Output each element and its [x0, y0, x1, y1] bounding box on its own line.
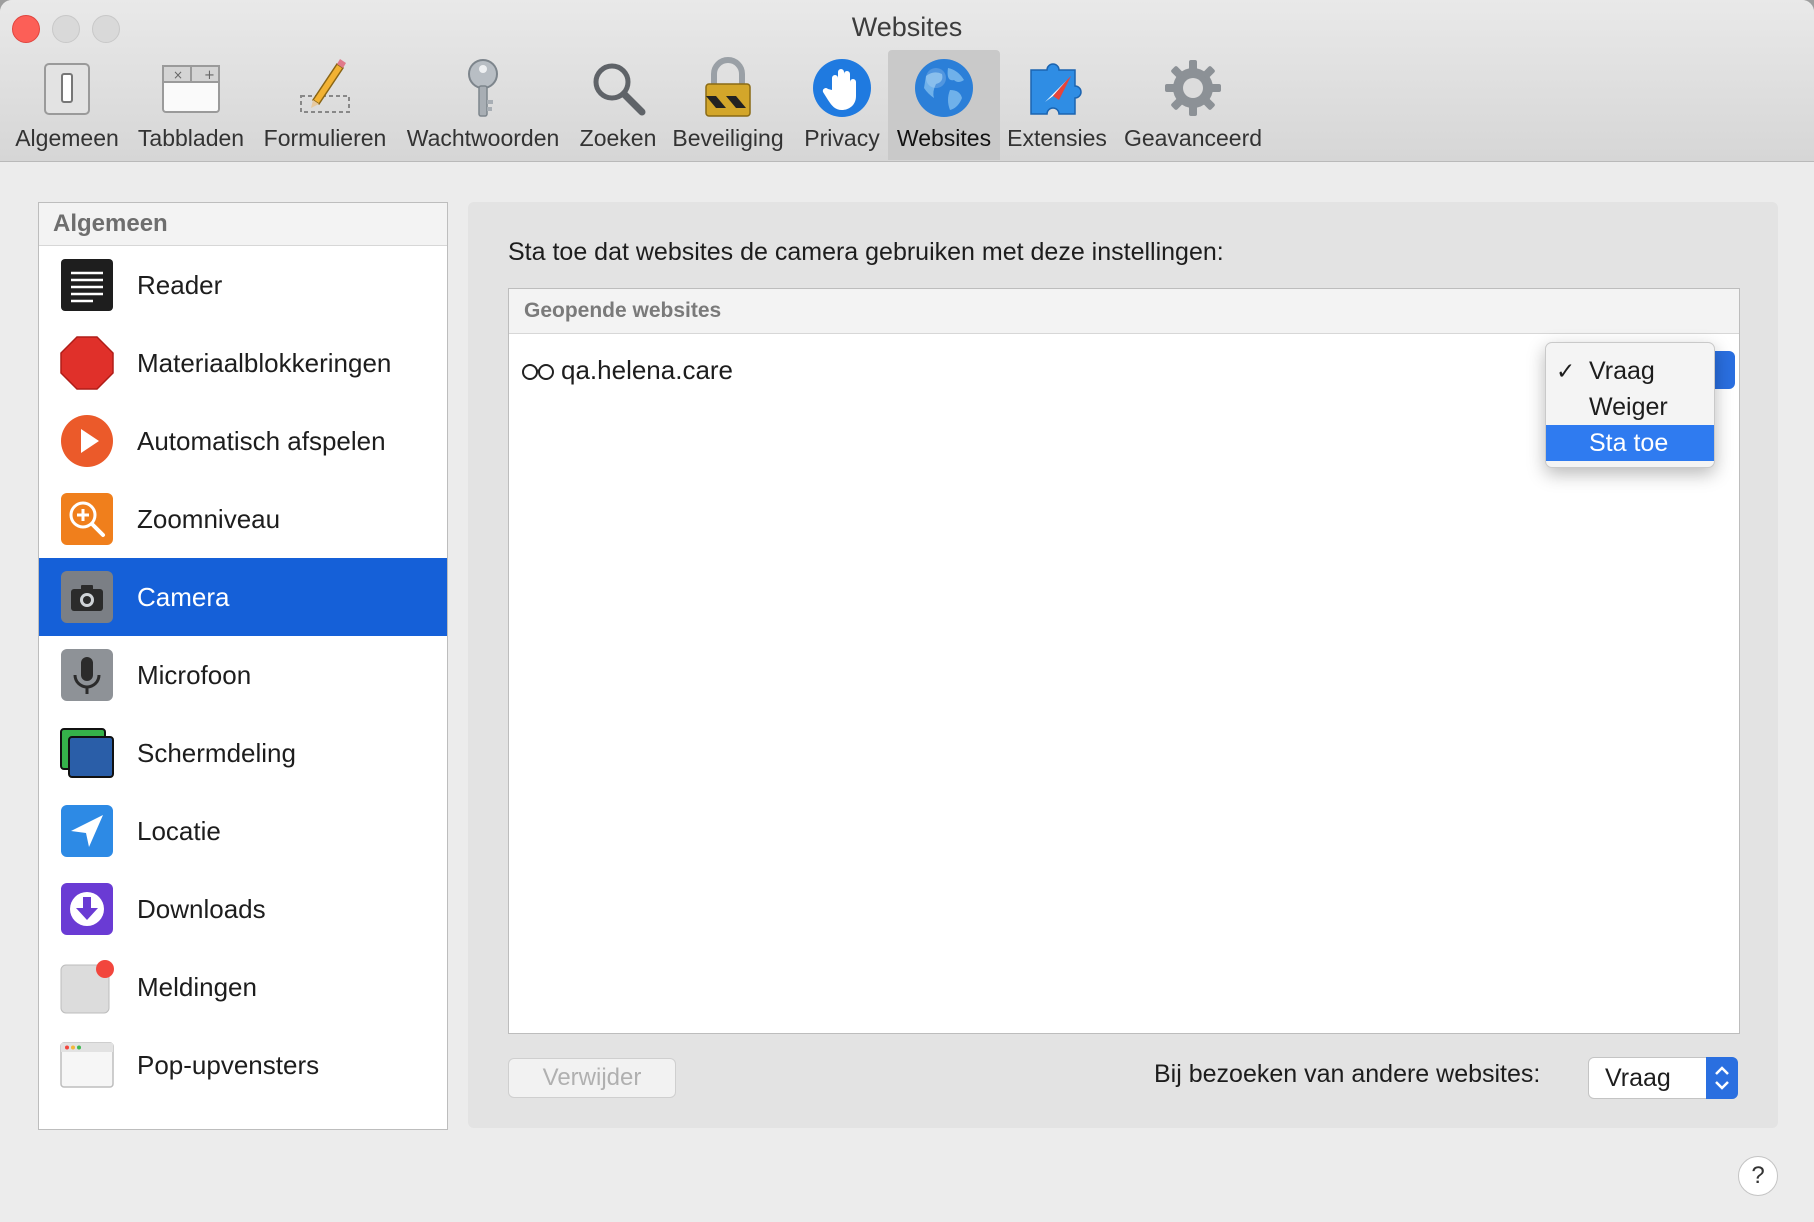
sidebar-item-pop-upvensters[interactable]: Pop-upvensters — [39, 1026, 447, 1104]
toolbar-item-zoeken[interactable]: Zoeken — [574, 50, 662, 160]
checkmark-icon: ✓ — [1556, 358, 1576, 384]
menu-item-vraag[interactable]: ✓ Vraag — [1546, 353, 1714, 389]
menu-item-weiger[interactable]: Weiger — [1546, 389, 1714, 425]
sidebar-item-microfoon[interactable]: Microfoon — [39, 636, 447, 714]
toolbar-label: Wachtwoorden — [406, 125, 560, 151]
menu-item-label: Weiger — [1589, 393, 1668, 421]
globe-icon — [915, 59, 973, 117]
preferences-window: Websites Algemeen × + Tabbladen Formulie… — [0, 0, 1814, 1222]
toolbar-item-websites[interactable]: Websites — [888, 50, 1000, 160]
reader-glasses-icon — [522, 364, 554, 380]
window-title: Websites — [851, 12, 963, 42]
gear-icon — [1165, 60, 1221, 116]
toolbar-label: Zoeken — [579, 125, 657, 151]
help-button[interactable]: ? — [1738, 1156, 1778, 1196]
magnifier-icon — [593, 63, 646, 116]
lock-icon — [705, 57, 751, 117]
other-websites-select[interactable]: Vraag — [1588, 1057, 1738, 1099]
sidebar-item-label: Downloads — [137, 894, 266, 924]
tabs-icon: × + — [162, 65, 220, 113]
sidebar-item-materiaalblokkeringen[interactable]: Materiaalblokkeringen — [39, 324, 447, 402]
toolbar-label: Websites — [896, 125, 992, 151]
sidebar-item-label: Camera — [137, 582, 230, 612]
permission-menu: ✓ Vraag Weiger Sta toe — [1545, 342, 1715, 468]
menu-item-label: Sta toe — [1589, 429, 1669, 457]
zoom-icon — [61, 493, 113, 545]
toolbar-label: Geavanceerd — [1123, 125, 1263, 151]
toolbar-label: Formulieren — [263, 125, 387, 151]
website-settings-sidebar: Algemeen Reader Materiaalblokkeringen Au… — [38, 202, 448, 1130]
updown-arrows-icon — [1706, 1057, 1738, 1099]
menu-item-sta-toe[interactable]: Sta toe — [1546, 425, 1714, 461]
camera-settings-panel: Sta toe dat websites de camera gebruiken… — [468, 202, 1778, 1128]
screen-share-icon — [60, 728, 114, 778]
toolbar-item-geavanceerd[interactable]: Geavanceerd — [1118, 50, 1268, 160]
microphone-icon — [61, 649, 113, 701]
sidebar-item-label: Materiaalblokkeringen — [137, 348, 392, 378]
select-value: Vraag — [1605, 1064, 1671, 1092]
sidebar-header: Algemeen — [39, 203, 447, 246]
sidebar-item-label: Microfoon — [137, 660, 252, 690]
sidebar-item-schermdeling[interactable]: Schermdeling — [39, 714, 447, 792]
popup-window-icon — [60, 1042, 114, 1088]
sidebar-item-label: Locatie — [137, 816, 221, 846]
toolbar-item-extensies[interactable]: Extensies — [1002, 50, 1112, 160]
list-header: Geopende websites — [509, 289, 1739, 334]
pencil-icon — [300, 59, 350, 113]
sidebar-item-camera[interactable]: Camera — [39, 558, 447, 636]
toolbar-item-tabbladen[interactable]: × + Tabbladen — [134, 50, 248, 160]
camera-icon — [61, 571, 113, 623]
panel-title: Sta toe dat websites de camera gebruiken… — [508, 238, 1224, 266]
svg-text:+: + — [204, 68, 215, 83]
sidebar-item-label: Automatisch afspelen — [137, 426, 386, 456]
notification-icon — [60, 960, 114, 1014]
sidebar-item-meldingen[interactable]: Meldingen — [39, 948, 447, 1026]
sidebar-item-label: Schermdeling — [137, 738, 296, 768]
toolbar-label: Privacy — [804, 125, 880, 151]
toolbar-label: Algemeen — [15, 125, 119, 151]
key-icon — [468, 59, 498, 117]
toolbar-item-beveiliging[interactable]: Beveiliging — [668, 50, 788, 160]
toolbar-label: Extensies — [1007, 125, 1107, 151]
switch-icon — [44, 63, 90, 115]
sidebar-item-reader[interactable]: Reader — [39, 246, 447, 324]
stop-icon — [60, 336, 114, 390]
toolbar-item-algemeen[interactable]: Algemeen — [8, 50, 126, 160]
toolbar-label: Tabbladen — [137, 125, 245, 151]
toolbar-item-privacy[interactable]: Privacy — [796, 50, 888, 160]
sidebar-item-automatisch-afspelen[interactable]: Automatisch afspelen — [39, 402, 447, 480]
remove-button[interactable]: Verwijder — [508, 1058, 676, 1098]
toolbar-item-wachtwoorden[interactable]: Wachtwoorden — [402, 50, 564, 160]
sidebar-item-label: Pop-upvensters — [137, 1050, 320, 1080]
puzzle-icon — [1030, 63, 1082, 115]
sidebar-item-label: Meldingen — [137, 972, 257, 1002]
site-name: qa.helena.care — [561, 355, 734, 385]
sidebar-item-label: Reader — [137, 270, 223, 300]
toolbar-item-formulieren[interactable]: Formulieren — [258, 50, 392, 160]
sidebar-item-locatie[interactable]: Locatie — [39, 792, 447, 870]
toolbar: Websites Algemeen × + Tabbladen Formulie… — [0, 0, 1814, 162]
location-icon — [61, 805, 113, 857]
reader-icon — [61, 259, 113, 311]
sidebar-item-zoomniveau[interactable]: Zoomniveau — [39, 480, 447, 558]
menu-item-label: Vraag — [1589, 357, 1655, 385]
play-icon — [61, 415, 113, 467]
svg-text:×: × — [173, 68, 183, 82]
download-icon — [61, 883, 113, 935]
sidebar-item-label: Zoomniveau — [137, 504, 281, 534]
hand-icon — [813, 59, 871, 117]
sidebar-item-downloads[interactable]: Downloads — [39, 870, 447, 948]
other-websites-label: Bij bezoeken van andere websites: — [1154, 1060, 1541, 1088]
toolbar-label: Beveiliging — [672, 125, 784, 151]
